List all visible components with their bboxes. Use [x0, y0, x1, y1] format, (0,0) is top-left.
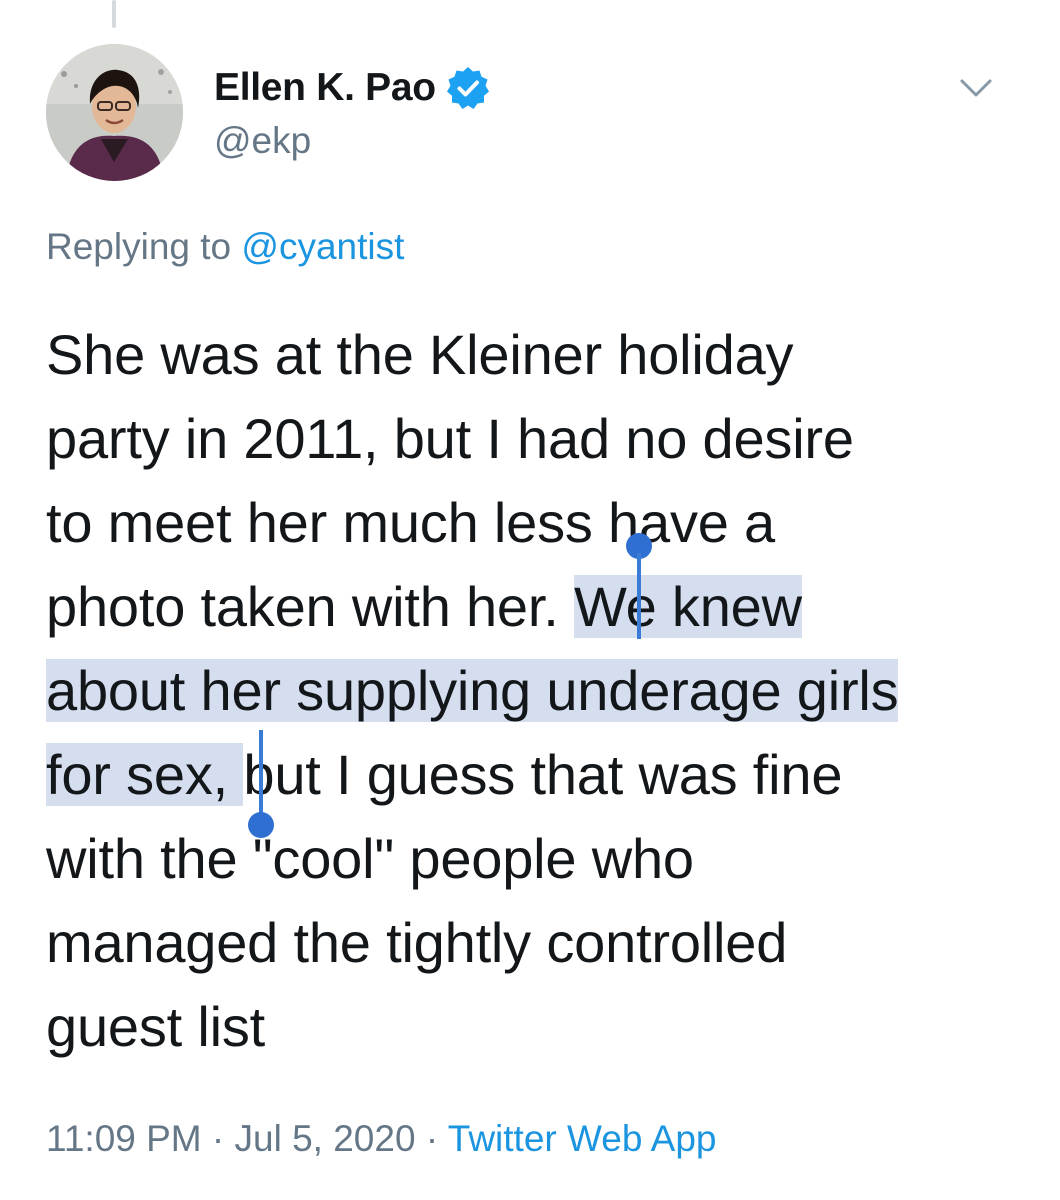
avatar[interactable]: [46, 44, 183, 181]
meta-separator: ·: [211, 1118, 225, 1159]
user-handle[interactable]: @ekp: [214, 120, 311, 162]
tweet-meta: 11:09 PM · Jul 5, 2020 · Twitter Web App: [46, 1118, 717, 1160]
avatar-image: [46, 44, 183, 181]
tweet-line: party in 2011, but I had no desire: [46, 397, 1036, 481]
meta-separator: ·: [425, 1118, 439, 1159]
tweet-line: guest list: [46, 985, 1036, 1069]
tweet-date[interactable]: Jul 5, 2020: [235, 1118, 416, 1159]
tweet-text-segment: party in 2011, but I had no desire: [46, 407, 854, 470]
selection-end-handle[interactable]: [248, 812, 274, 838]
tweet-header: Ellen K. Pao @ekp: [46, 44, 1020, 184]
tweet-line: to meet her much less have a: [46, 481, 1036, 565]
reply-mention-link[interactable]: @cyantist: [241, 226, 404, 267]
tweet-text-segment: with the "cool" people who: [46, 827, 694, 890]
tweet-text-segment: managed the tightly controlled: [46, 911, 788, 974]
tweet-line: She was at the Kleiner holiday: [46, 313, 1036, 397]
tweet-line: about her supplying underage girls: [46, 649, 1036, 733]
selected-text: about her supplying underage girls: [46, 659, 899, 722]
tweet-line: for sex, but I guess that was fine: [46, 733, 1036, 817]
selection-start-caret: [637, 553, 641, 639]
tweet-text-segment: but I guess that was fine: [243, 743, 843, 806]
name-row: Ellen K. Pao: [214, 64, 492, 112]
tweet-text-segment: She was at the Kleiner holiday: [46, 323, 794, 386]
verified-badge-icon: [444, 64, 492, 112]
display-name[interactable]: Ellen K. Pao: [214, 66, 436, 110]
replying-to: Replying to @cyantist: [46, 226, 404, 268]
tweet-time[interactable]: 11:09 PM: [46, 1118, 202, 1159]
selection-end-caret: [259, 730, 263, 816]
tweet-source-link[interactable]: Twitter Web App: [448, 1118, 717, 1159]
tweet-line: with the "cool" people who: [46, 817, 1036, 901]
tweet-text-segment: photo taken with her.: [46, 575, 574, 638]
tweet-line: photo taken with her. We knew: [46, 565, 1036, 649]
chevron-down-icon[interactable]: [956, 68, 996, 108]
reply-prefix: Replying to: [46, 226, 232, 267]
tweet-line: managed the tightly controlled: [46, 901, 1036, 985]
selected-text: We knew: [573, 575, 802, 638]
thread-connector-line: [112, 0, 116, 28]
selected-text: for sex,: [46, 743, 244, 806]
tweet-text-segment: guest list: [46, 995, 265, 1058]
tweet-body[interactable]: She was at the Kleiner holiday party in …: [46, 313, 1036, 1069]
tweet-text-segment: to meet her much less have a: [46, 491, 775, 554]
